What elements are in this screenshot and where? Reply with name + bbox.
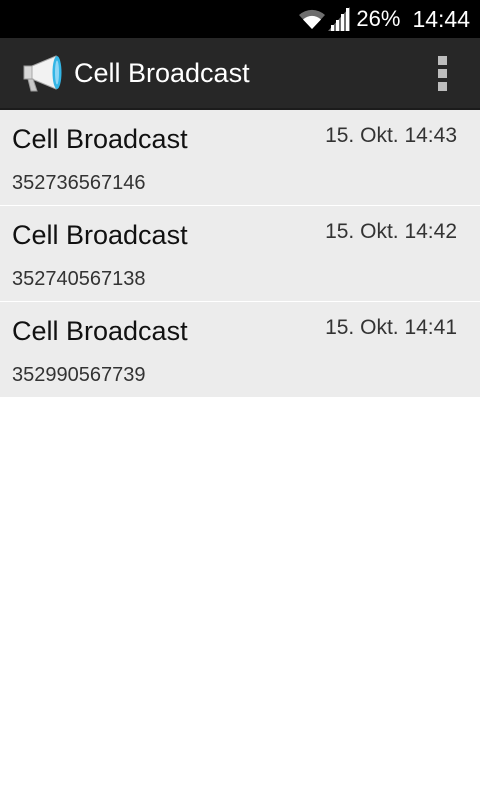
message-number: 352990567739: [12, 364, 146, 386]
message-title: Cell Broadcast: [12, 316, 188, 346]
status-bar: 26% 14:44: [0, 0, 480, 38]
menu-dot: [437, 81, 447, 91]
signal-icon: [328, 7, 351, 31]
app-title: Cell Broadcast: [74, 57, 250, 88]
status-clock: 14:44: [412, 6, 470, 32]
message-time: 15. Okt. 14:41: [325, 316, 457, 339]
status-icons: 26% 14:44: [298, 0, 470, 38]
message-list: Cell Broadcast 15. Okt. 14:43 3527365671…: [0, 110, 480, 398]
menu-dot: [437, 68, 447, 78]
megaphone-icon[interactable]: [20, 53, 66, 93]
action-bar: Cell Broadcast: [0, 38, 480, 110]
message-time: 15. Okt. 14:43: [325, 124, 457, 147]
message-item[interactable]: Cell Broadcast 15. Okt. 14:41 3529905677…: [0, 302, 480, 398]
overflow-menu-icon[interactable]: [412, 37, 472, 109]
message-item[interactable]: Cell Broadcast 15. Okt. 14:42 3527405671…: [0, 206, 480, 302]
menu-dot: [437, 55, 447, 65]
battery-percentage: 26%: [356, 6, 401, 31]
message-number: 352740567138: [12, 268, 146, 290]
message-item[interactable]: Cell Broadcast 15. Okt. 14:43 3527365671…: [0, 110, 480, 206]
message-title: Cell Broadcast: [12, 220, 188, 250]
message-time: 15. Okt. 14:42: [325, 220, 457, 243]
message-number: 352736567146: [12, 172, 146, 194]
wifi-icon: [299, 9, 326, 29]
message-title: Cell Broadcast: [12, 124, 188, 154]
